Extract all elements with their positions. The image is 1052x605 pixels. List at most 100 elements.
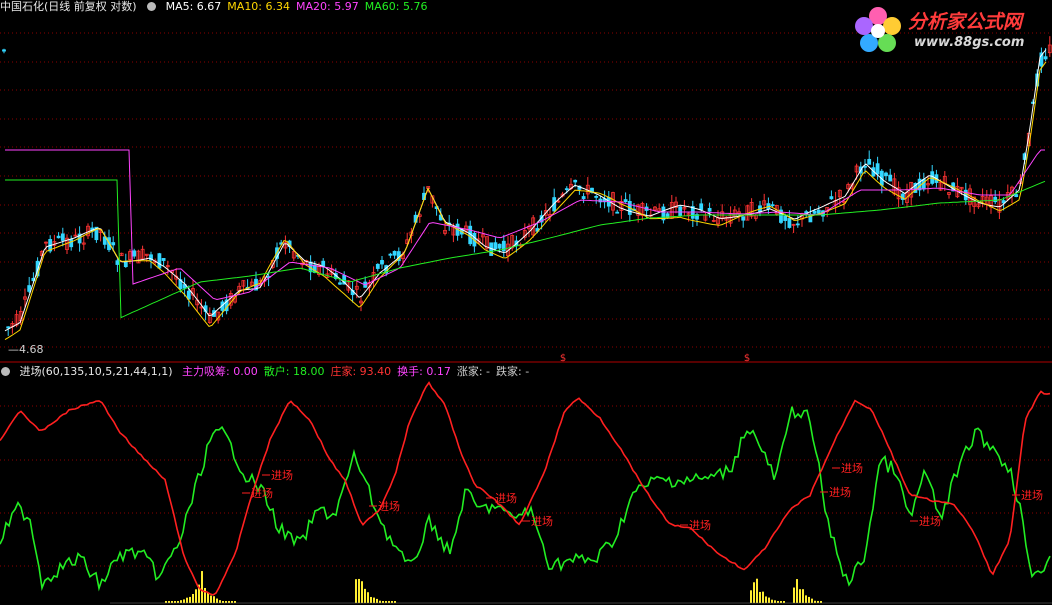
candle-body xyxy=(707,208,712,212)
entry-signal-3: 进场 xyxy=(486,491,517,505)
candle-body xyxy=(157,253,162,269)
candle-body xyxy=(829,196,834,200)
accumulation-bar xyxy=(370,596,372,603)
candle-body xyxy=(388,253,393,256)
chart-window[interactable]: $ $ 进场 进场 进场 进场 进场 进场 进场 进场 进场 进场 中国石化(日线 前复权 对数) … xyxy=(0,0,1052,605)
accumulation-bar xyxy=(756,578,758,603)
entry-signal-1: 进场 xyxy=(242,486,273,500)
indicator-value-3: 换手: 0.17 xyxy=(397,365,451,378)
candle-body xyxy=(564,188,569,191)
candle-body xyxy=(493,242,498,250)
candle-body xyxy=(6,326,11,329)
stock-title[interactable]: 中国石化(日线 前复权 对数) xyxy=(0,0,137,13)
candle-body xyxy=(678,206,683,217)
accumulation-bar xyxy=(799,589,801,603)
candle-body xyxy=(573,179,578,183)
accumulation-bar xyxy=(808,596,810,603)
moving-averages xyxy=(4,49,1047,341)
candle-body xyxy=(812,210,817,214)
accumulation-bar xyxy=(358,578,360,603)
ma-label-1: MA10: 6.34 xyxy=(227,0,291,13)
candle-body xyxy=(917,178,922,191)
accumulation-bar xyxy=(361,581,363,603)
candle-body xyxy=(56,235,61,239)
candle-body xyxy=(783,215,788,221)
logo-url: www.88gs.com xyxy=(914,35,1025,50)
candle-body xyxy=(816,209,821,214)
candle-body xyxy=(594,196,599,198)
accumulation-bar xyxy=(213,596,215,603)
accumulation-bar xyxy=(195,589,197,603)
candle-body xyxy=(884,172,888,177)
candle-body xyxy=(497,243,502,249)
accumulation-bar xyxy=(762,591,764,603)
indicator-header: 进场(60,135,10,5,21,44,1,1) 主力吸筹: 0.00 散户: … xyxy=(0,365,541,378)
indicator-value-2: 庄家: 93.40 xyxy=(330,365,392,378)
entry-signal-0: 进场 xyxy=(262,468,293,482)
candle-body xyxy=(699,203,704,210)
accumulation-bar xyxy=(802,589,804,603)
accumulation-bar xyxy=(364,588,366,603)
candle-body xyxy=(741,216,746,221)
retail-line xyxy=(0,406,1051,592)
signal-label: 进场 xyxy=(378,499,400,513)
main-chart-header: 中国石化(日线 前复权 对数) MA5: 6.67 MA10: 6.34 MA20:… xyxy=(0,0,439,13)
candle-body xyxy=(1014,194,1019,197)
indicator-lines xyxy=(0,381,1051,596)
indicator-name[interactable]: 进场(60,135,10,5,21,44,1,1) xyxy=(20,365,173,378)
signal-label: 进场 xyxy=(841,461,863,475)
ma10-line xyxy=(4,61,1047,341)
signal-label: 进场 xyxy=(271,468,293,482)
entry-signal-2: 进场 xyxy=(369,499,400,513)
ma-label-2: MA20: 5.97 xyxy=(296,0,359,13)
candle-body xyxy=(2,49,6,52)
accumulation-bar xyxy=(805,595,807,603)
candle-body xyxy=(787,218,792,228)
candle-body xyxy=(60,233,65,241)
accumulation-bar xyxy=(201,571,203,603)
logo-brand: 分析家公式网 xyxy=(908,11,1023,33)
accumulation-bars xyxy=(110,571,1052,604)
candle-body xyxy=(115,260,120,265)
accumulation-bar xyxy=(750,590,752,603)
candle-body xyxy=(993,196,998,203)
accumulation-bar xyxy=(207,592,209,603)
entry-signals: 进场进场进场进场进场 进场进场进场进场进场 xyxy=(242,461,1043,532)
candle-body xyxy=(795,223,800,226)
candle-body xyxy=(921,179,926,190)
candle-body xyxy=(875,163,880,175)
signal-label: 进场 xyxy=(689,518,711,532)
indicator-value-1: 散户: 18.00 xyxy=(263,365,325,378)
candle-body xyxy=(132,250,137,257)
entry-signal-6: 进场 xyxy=(832,461,863,475)
signal-label: 进场 xyxy=(495,491,517,505)
signal-label: 进场 xyxy=(919,514,941,528)
candle-body xyxy=(380,260,384,265)
stock-chart[interactable]: $ $ 进场进场进场进场进场 进场进场进场进场进场 xyxy=(0,0,1052,605)
indicator-value-0: 主力吸筹: 0.00 xyxy=(182,365,258,378)
signal-label: 进场 xyxy=(1021,488,1043,502)
accumulation-bar xyxy=(373,597,375,603)
accumulation-bar xyxy=(186,597,188,603)
candle-body xyxy=(863,165,867,168)
accumulation-bar xyxy=(376,598,378,603)
dealer-line xyxy=(0,381,1051,596)
candle-body xyxy=(111,242,116,246)
candle-body xyxy=(867,158,872,165)
accumulation-bar xyxy=(210,595,212,603)
indicator-circle-icon[interactable] xyxy=(1,367,10,376)
entry-signal-8: 进场 xyxy=(910,514,941,528)
accumulation-bar xyxy=(811,598,813,603)
entry-signal-4: 进场 xyxy=(522,514,553,528)
grid-lines xyxy=(0,32,1052,567)
settings-circle-icon[interactable] xyxy=(147,2,157,11)
candle-body xyxy=(888,174,893,182)
accumulation-bar xyxy=(355,579,357,603)
candlesticks xyxy=(2,36,1052,336)
low-price-label: —4.68 xyxy=(8,343,44,356)
flower-logo-icon xyxy=(855,7,901,52)
candle-body xyxy=(375,263,380,269)
candle-body xyxy=(338,282,342,285)
accumulation-bar xyxy=(204,587,206,603)
accumulation-bar xyxy=(192,593,194,603)
